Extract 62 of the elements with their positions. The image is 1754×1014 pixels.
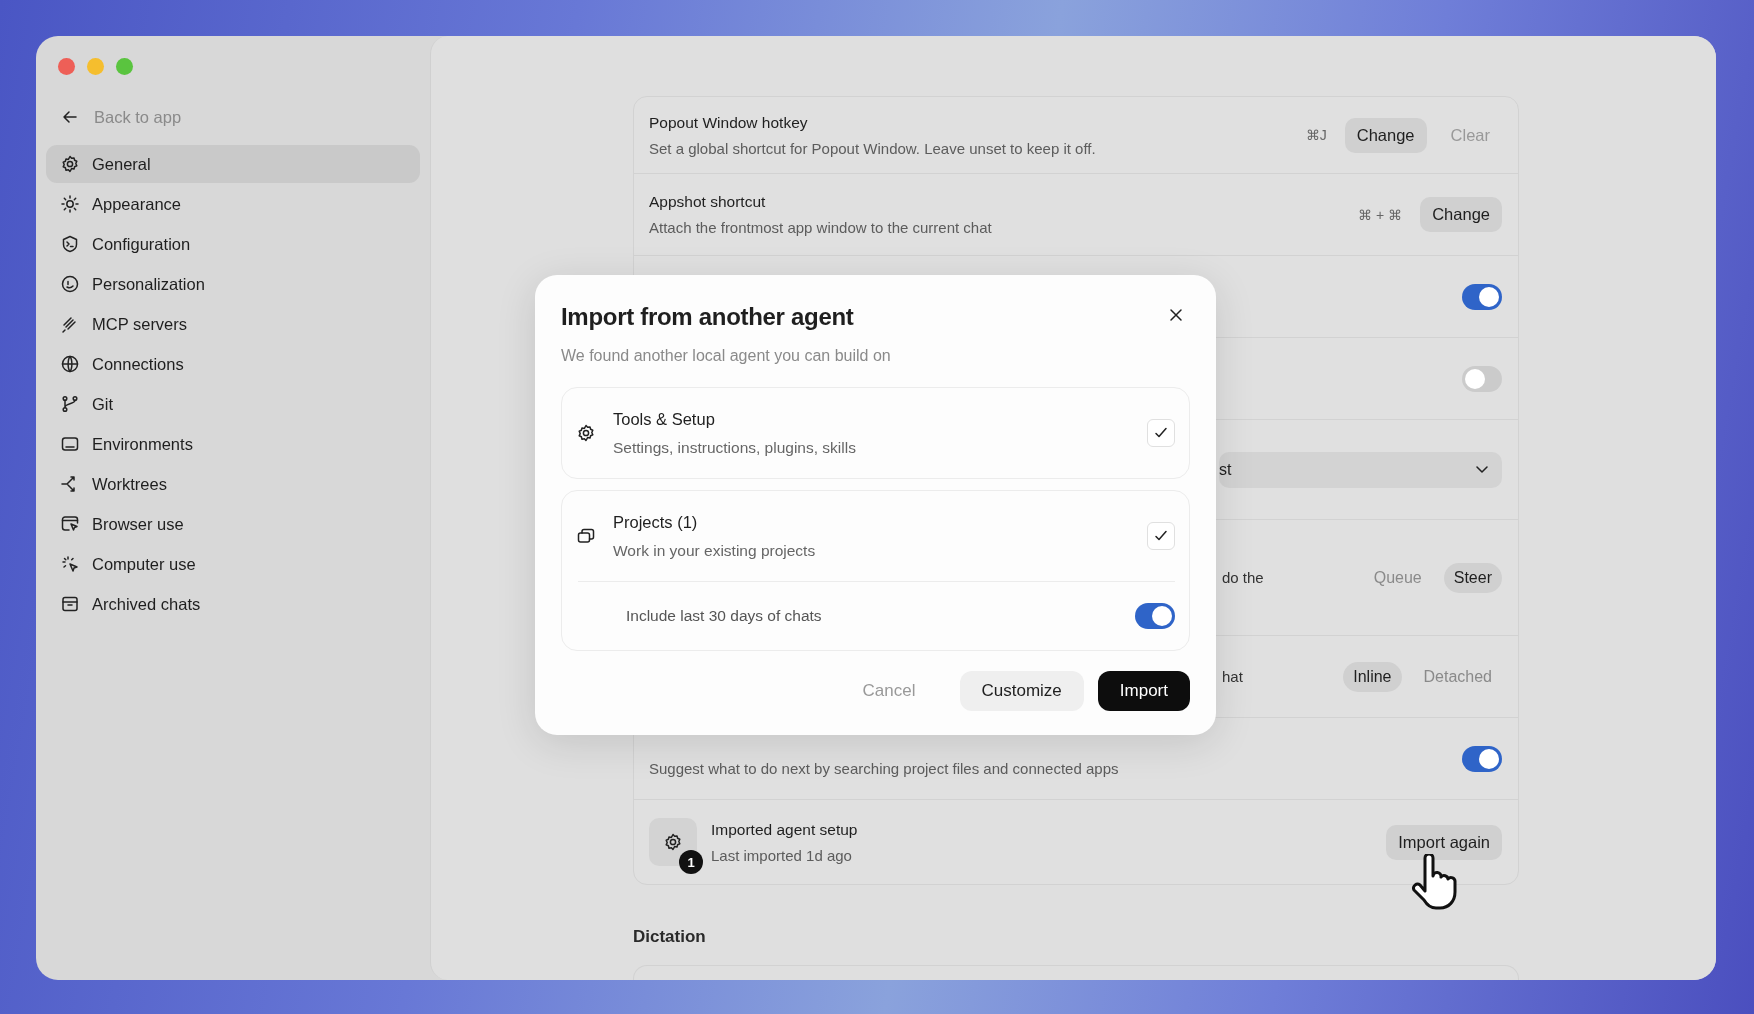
segment-option[interactable]: Steer <box>1443 562 1502 593</box>
sidebar-item[interactable]: Computer use <box>46 545 420 583</box>
section-heading: Dictation <box>633 927 707 947</box>
sun-icon <box>60 194 80 214</box>
dialog-title: Import from another agent <box>561 303 854 331</box>
monitor-icon <box>60 434 80 454</box>
import-button[interactable]: Import <box>1097 671 1190 711</box>
toggle-label: Include last 30 days of chats <box>626 607 823 625</box>
toggle-switch[interactable] <box>1462 283 1502 310</box>
gear-icon <box>60 154 80 174</box>
option-description: Work in your existing projects <box>613 541 817 560</box>
sidebar-item[interactable]: Archived chats <box>46 585 420 623</box>
customize-button[interactable]: Customize <box>959 671 1084 711</box>
toggle-switch[interactable] <box>1462 365 1502 392</box>
archive-box-icon <box>60 594 80 614</box>
face-icon <box>60 274 80 294</box>
toggle-switch[interactable] <box>1462 745 1502 772</box>
setting-title: Popout Window hotkey <box>649 113 809 132</box>
sidebar-item[interactable]: Git <box>46 385 420 423</box>
segment-option[interactable]: Inline <box>1343 661 1402 692</box>
branch-icon <box>60 394 80 414</box>
dropdown-value: st <box>1219 460 1232 479</box>
setting-description: Last imported 1d ago <box>711 846 853 864</box>
sidebar-item[interactable]: Configuration <box>46 225 420 263</box>
option-title: Tools & Setup <box>613 409 716 429</box>
sidebar-item[interactable]: Appearance <box>46 185 420 223</box>
setting-description: do the <box>1222 569 1265 586</box>
action-button[interactable]: Import again <box>1386 824 1502 860</box>
checkbox[interactable] <box>1147 419 1175 447</box>
shortcut-keys: ⌘ + ⌘ <box>1358 206 1403 223</box>
sidebar-item[interactable]: Environments <box>46 425 420 463</box>
gear-icon <box>576 423 596 443</box>
sidebar-item[interactable]: MCP servers <box>46 305 420 343</box>
gear-icon <box>663 832 683 852</box>
hand-cursor-icon <box>1411 854 1457 910</box>
dropdown[interactable]: st <box>1219 451 1502 488</box>
setting-description: hat <box>1222 668 1244 685</box>
chevron-down-icon <box>1476 466 1488 473</box>
dialog-subtitle: We found another local agent you can build on <box>561 347 892 365</box>
toggle-switch[interactable] <box>1135 603 1175 629</box>
setting-title: Appshot shortcut <box>649 193 767 211</box>
sidebar-item[interactable]: Personalization <box>46 265 420 303</box>
sidebar-item[interactable]: Worktrees <box>46 465 420 503</box>
sidebar-item[interactable]: General <box>46 145 420 183</box>
setting-description: Suggest what to do next by searching project files and connected apps <box>649 760 1120 777</box>
folders-icon <box>576 526 596 546</box>
sidebar-item[interactable]: Connections <box>46 345 420 383</box>
setting-title: Imported agent setup <box>711 820 859 839</box>
option-description: Settings, instructions, plugins, skills <box>613 438 857 457</box>
setting-description: Attach the frontmost app window to the current chat <box>649 219 993 236</box>
action-button[interactable]: Change <box>1344 117 1427 153</box>
checkbox[interactable] <box>1147 522 1175 550</box>
browser-cursor-icon <box>60 514 80 534</box>
shield-terminal-icon <box>60 234 80 254</box>
sparkle-cursor-icon <box>60 554 80 574</box>
setting-description: Set a global shortcut for Popout Window. Leave unset to keep it off. <box>649 139 1097 157</box>
globe-icon <box>60 354 80 374</box>
option-title: Projects (1) <box>613 512 699 532</box>
count-badge: 1 <box>679 850 703 874</box>
sidebar-item[interactable]: Browser use <box>46 505 420 543</box>
shortcut-keys: ⌘J <box>1305 127 1327 143</box>
action-button[interactable]: Change <box>1420 197 1502 232</box>
